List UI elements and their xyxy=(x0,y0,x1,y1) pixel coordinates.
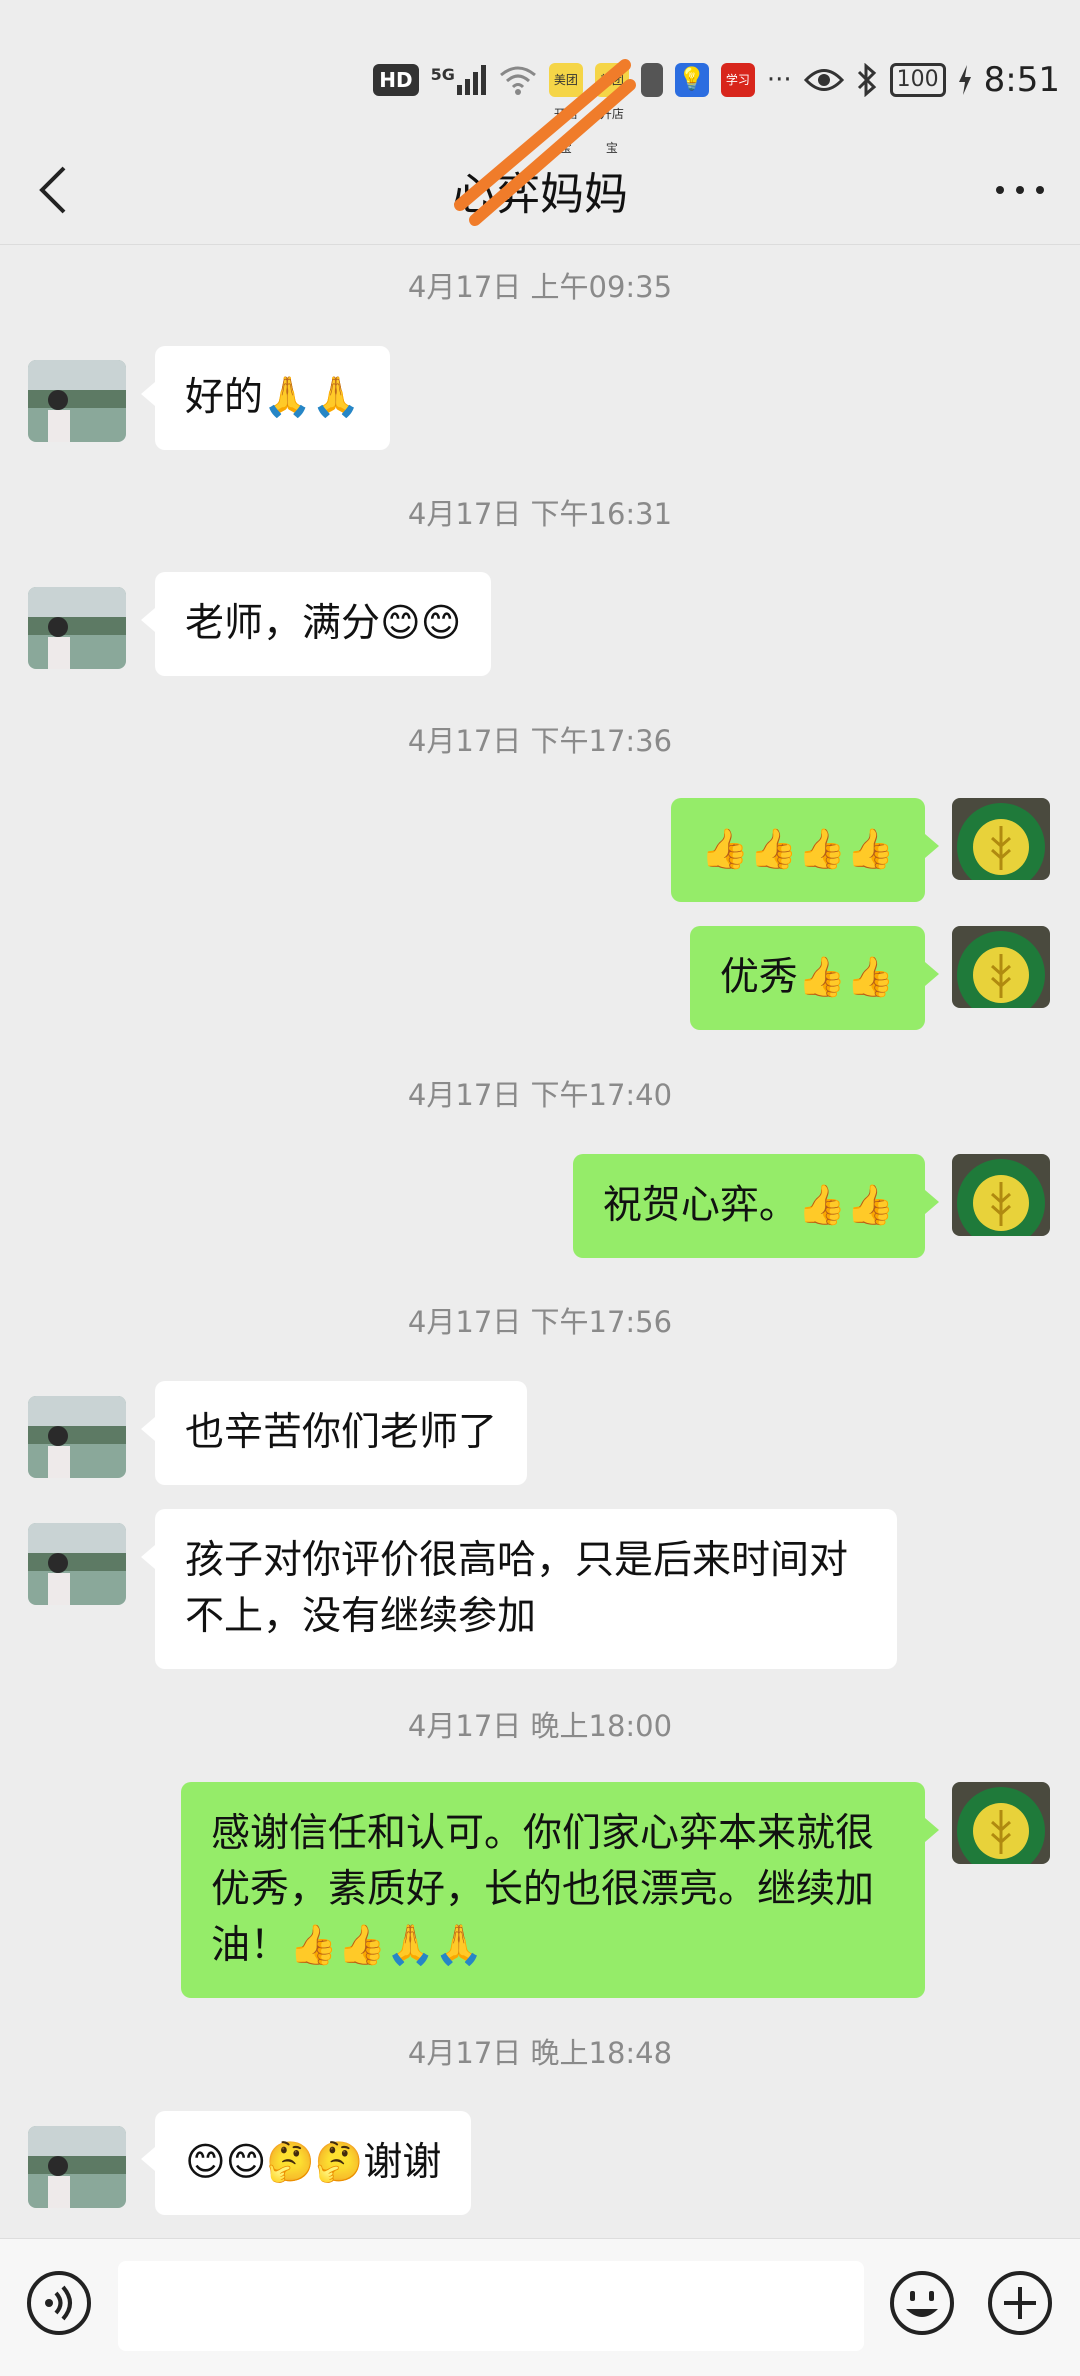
status-icons: HD 5G 美团开店宝 美团开店宝 💡 学习 ··· 100 8:51 xyxy=(373,56,1060,155)
message-input[interactable] xyxy=(118,2261,864,2351)
contact-photo xyxy=(28,2126,126,2208)
avatar[interactable] xyxy=(28,2126,126,2208)
message-bubble-incoming[interactable]: 也辛苦你们老师了 xyxy=(140,1381,528,1485)
school-logo-avatar xyxy=(952,926,1050,1008)
chat-title: 心弈妈妈 xyxy=(452,169,628,220)
plus-icon[interactable] xyxy=(986,2269,1054,2337)
chat-header: 心弈妈妈 xyxy=(0,130,1080,245)
wifi-icon xyxy=(499,66,536,95)
message-bubble-incoming[interactable]: 好的🙏🙏 xyxy=(140,346,391,450)
timestamp: 4月17日 下午17:36 xyxy=(407,724,673,758)
meituan-app-icon-2: 美团开店宝 xyxy=(594,63,629,155)
contact-photo xyxy=(28,1523,126,1605)
message-bubble-incoming[interactable]: 😊😊🤔🤔谢谢 xyxy=(140,2111,472,2215)
bulb-app-icon: 💡 xyxy=(674,63,709,97)
school-logo-avatar xyxy=(952,1782,1050,1864)
eye-icon xyxy=(803,69,844,91)
signal-5g: 5G xyxy=(431,65,487,95)
message-bubble-outgoing[interactable]: 👍👍👍👍 xyxy=(670,798,940,902)
xuexi-app-icon: 学习 xyxy=(720,63,755,97)
charging-icon xyxy=(958,65,971,95)
avatar[interactable] xyxy=(952,1782,1050,1864)
timestamp: 4月17日 下午17:40 xyxy=(407,1078,673,1112)
header-divider xyxy=(0,244,1080,245)
school-logo-avatar xyxy=(952,798,1050,880)
message-bubble-incoming[interactable]: 老师，满分😊😊 xyxy=(140,572,492,676)
notification-app-icon xyxy=(640,63,663,97)
bluetooth-icon xyxy=(857,63,876,97)
timestamp: 4月17日 晚上18:48 xyxy=(407,2036,673,2070)
hd-badge: HD xyxy=(373,64,419,96)
battery-indicator: 100 xyxy=(889,63,946,97)
timestamp: 4月17日 下午16:31 xyxy=(407,497,673,531)
clock: 8:51 xyxy=(983,60,1060,100)
contact-photo xyxy=(28,1396,126,1478)
emoji-icon[interactable] xyxy=(888,2269,956,2337)
avatar[interactable] xyxy=(952,926,1050,1008)
input-bar xyxy=(0,2238,1080,2376)
avatar[interactable] xyxy=(952,798,1050,880)
message-bubble-outgoing[interactable]: 祝贺心弈。👍👍 xyxy=(572,1154,940,1258)
voice-icon[interactable] xyxy=(25,2269,93,2337)
school-logo-avatar xyxy=(952,1154,1050,1236)
timestamp: 4月17日 下午17:56 xyxy=(407,1305,673,1339)
avatar[interactable] xyxy=(28,1396,126,1478)
avatar[interactable] xyxy=(952,1154,1050,1236)
message-bubble-outgoing[interactable]: 优秀👍👍 xyxy=(689,926,940,1030)
meituan-app-icon: 美团开店宝 xyxy=(548,63,583,155)
message-bubble-outgoing[interactable]: 感谢信任和认可。你们家心弈本来就很优秀，素质好，长的也很漂亮。继续加油！👍👍🙏🙏 xyxy=(181,1782,939,1998)
timestamp: 4月17日 晚上18:00 xyxy=(407,1709,673,1743)
message-bubble-incoming[interactable]: 孩子对你评价很高哈，只是后来时间对不上，没有继续参加 xyxy=(141,1509,897,1669)
more-notifications: ··· xyxy=(766,65,792,95)
signal-icon xyxy=(456,65,486,95)
avatar[interactable] xyxy=(28,360,126,442)
more-dots-icon[interactable] xyxy=(990,160,1050,220)
contact-photo xyxy=(28,587,126,669)
avatar[interactable] xyxy=(28,1523,126,1605)
network-type-label: 5G xyxy=(430,65,455,84)
timestamp: 4月17日 上午09:35 xyxy=(407,270,673,304)
contact-photo xyxy=(28,360,126,442)
status-bar: HD 5G 美团开店宝 美团开店宝 💡 学习 ··· 100 8:51 xyxy=(0,0,1080,155)
avatar[interactable] xyxy=(28,587,126,669)
